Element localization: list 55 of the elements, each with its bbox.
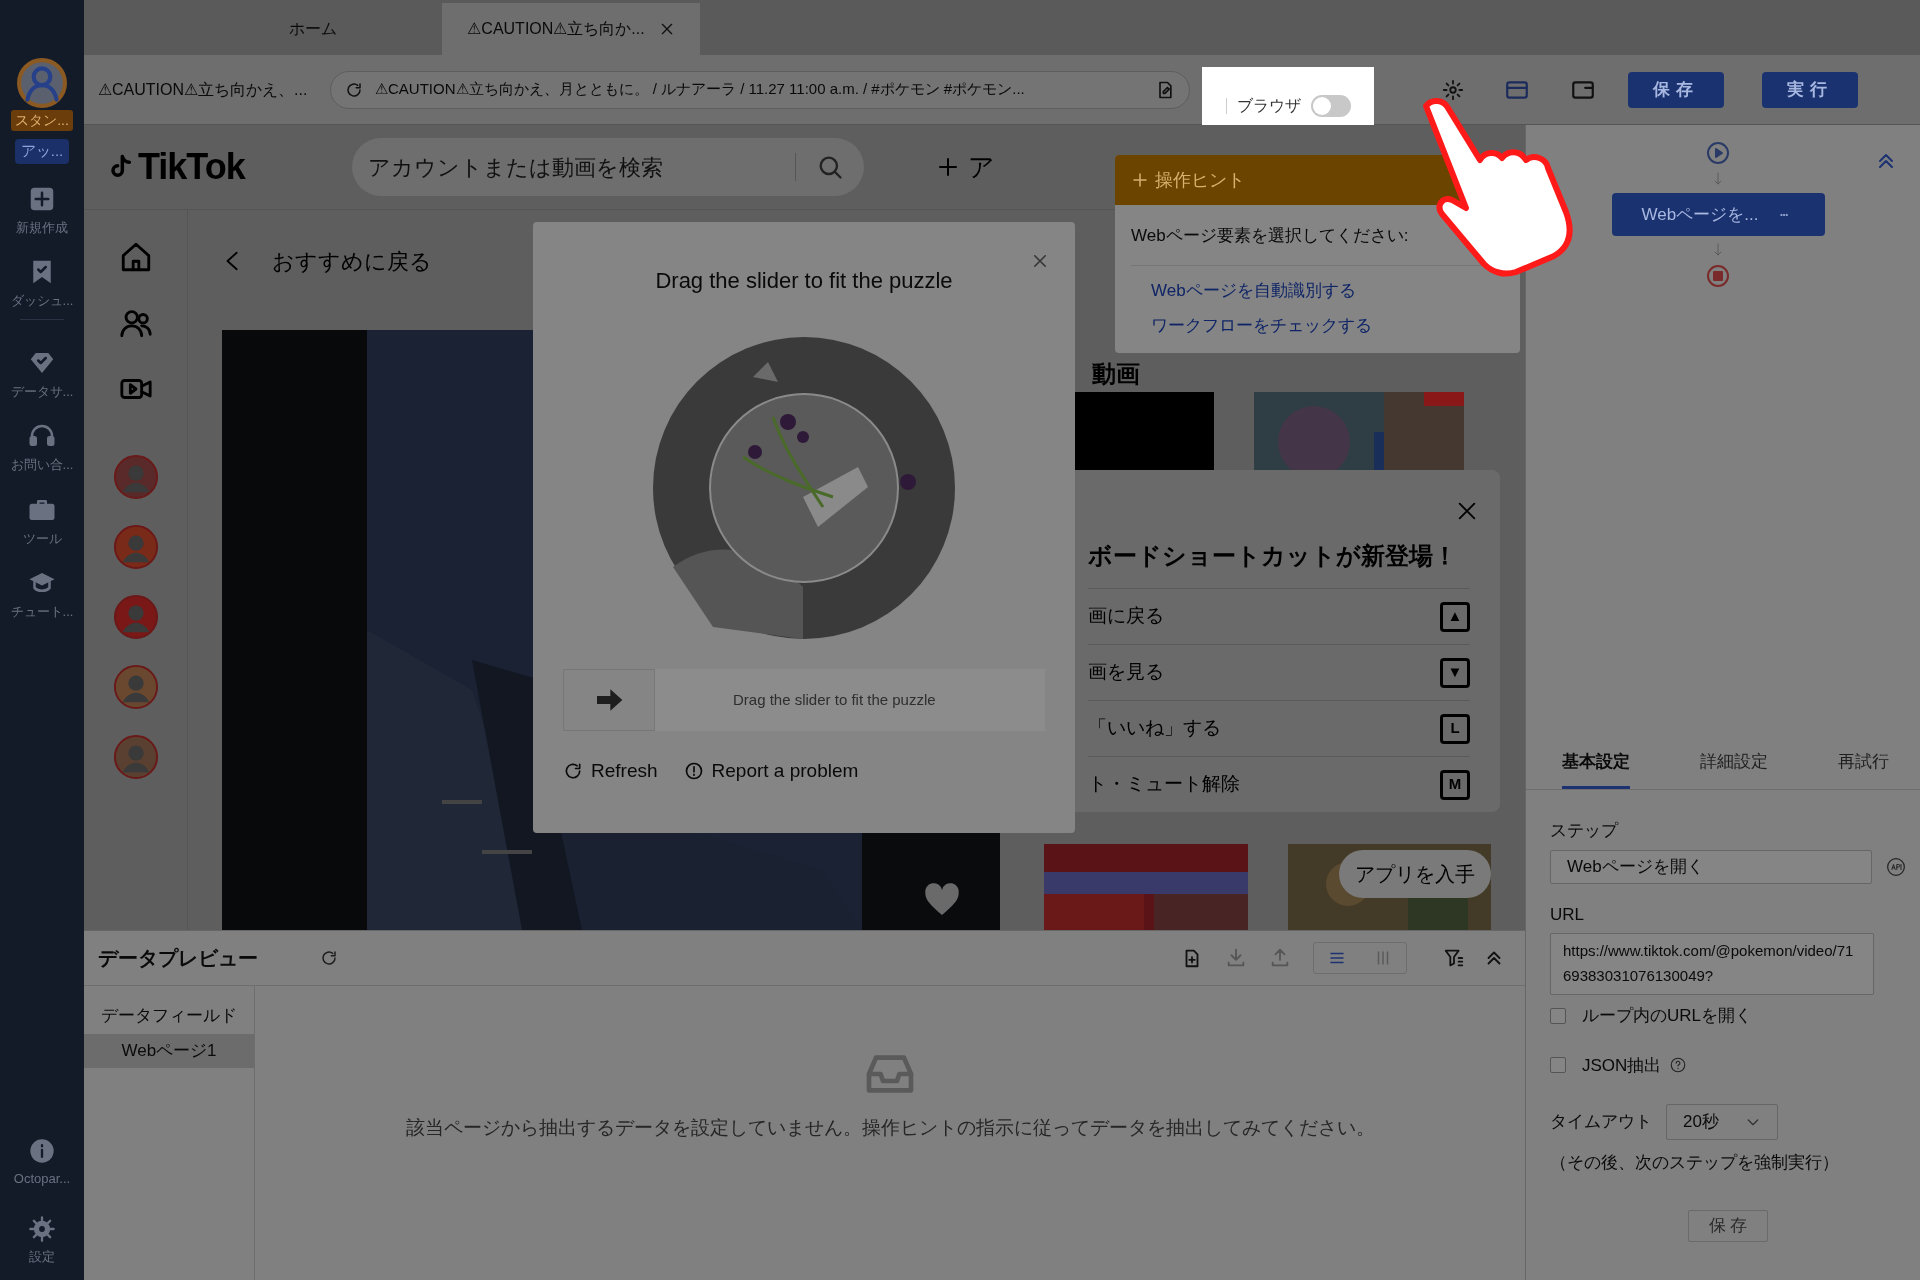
sidebar-label[interactable]: ダッシュ... [10,291,74,311]
field-label: ステップ [1550,820,1620,842]
toolbar-button[interactable]: 保存 [1628,71,1724,108]
shortcut-label: 画を見る [1088,660,1164,685]
workflow-node[interactable]: Webページを... [1611,193,1825,236]
account-badge: スタン... [11,110,73,131]
empty-message: 該当ページから抽出するデータを設定していません。操作ヒントの指示に従ってデータを抽出してみてください。 [405,1116,1375,1140]
plan-badge[interactable]: アッ... [14,139,70,164]
dialog-title: Drag the slider to fit the puzzle [655,267,953,295]
shortcut-key: ▲ [1440,601,1470,632]
save-button[interactable]: 保 存 [1688,1209,1768,1242]
shortcut-key: M [1440,769,1470,800]
popup-link[interactable]: ワークフローをチェックする [1151,313,1372,339]
browser-tab[interactable]: ホーム [184,3,442,55]
settings-tab[interactable]: 詳細設定 [1700,744,1768,789]
shortcut-key: ▼ [1440,657,1470,688]
sidebar-label[interactable]: Octopar... [13,1169,71,1189]
settings-tab[interactable]: 基本設定 [1562,744,1630,789]
data-field-item[interactable]: Webページ1 [84,1034,254,1068]
checkbox-label: JSON抽出 [1582,1054,1662,1077]
url-field[interactable]: https://www.tiktok.com/@pokemon/video/7169383031076130049? [1550,933,1874,995]
checkbox-label: ループ内のURLを開く [1582,1005,1752,1027]
sidebar-label[interactable]: チュート... [10,602,74,622]
sidebar-label[interactable]: データサ... [10,381,74,401]
sidebar-label[interactable]: 新規作成 [16,217,68,237]
settings-tab[interactable]: 再試行 [1838,744,1889,789]
popup-title: 操作ヒント [1155,168,1245,192]
page-title: ⚠CAUTION⚠立ち向かえ、... [98,79,309,100]
toggle-label: ブラウザ [1236,95,1301,116]
get-app-button[interactable]: アプリを入手 [1339,850,1491,899]
toolbar-button[interactable]: 実行 [1762,71,1858,108]
column-header: データフィールド [100,1005,238,1028]
back-link[interactable]: おすすめに戻る [222,230,432,292]
panel-title: ボードショートカットが新登場！ [1088,541,1457,571]
shortcut-label: 「いいね」する [1088,716,1221,741]
sidebar-label[interactable]: 設定 [29,1246,55,1266]
hint-text: （その後、次のステップを強制実行） [1550,1152,1840,1174]
shortcut-label: ト・ミュート解除 [1088,772,1240,797]
sidebar-label[interactable]: お問い合... [10,455,74,475]
shortcut-key: L [1440,713,1470,744]
search-field[interactable]: アカウントまたは動画を検索 [368,150,795,184]
field-label: URL [1550,903,1585,926]
tiktok-logo[interactable]: TikTok [138,140,245,194]
panel-title: データプレビュー [98,946,258,971]
popup-link[interactable]: Webページを自動識別する [1151,277,1356,303]
shortcut-label: 画に戻る [1088,604,1164,629]
upload-button[interactable]: ア [924,145,1007,189]
url-field[interactable]: ⚠CAUTION⚠立ち向かえ、月とともに。 / ルナアーラ / 11.27 11:00 a.m. / #ポケモン #ポケモン... [330,70,1190,109]
field-label: タイムアウト [1550,1111,1652,1134]
sidebar-label[interactable]: ツール [22,528,62,548]
search-bar[interactable]: アカウントまたは動画を検索 [352,138,864,196]
step-field[interactable]: Webページを開く [1550,849,1872,884]
timeout-dropdown[interactable]: 20秒 [1666,1104,1778,1140]
browser-tab[interactable]: ⚠CAUTION⚠立ち向か... [442,3,700,55]
section-heading: 動画 [1092,359,1140,389]
